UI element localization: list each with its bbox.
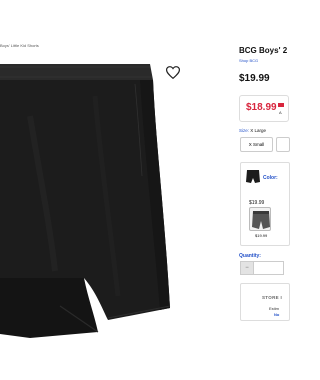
store-pickup-box <box>240 283 290 321</box>
color-swatch-black[interactable] <box>244 168 262 186</box>
color-label: Color: <box>263 175 278 181</box>
store-pickup-title: STORE I <box>262 295 283 300</box>
size-option-x-small[interactable]: X Small <box>240 137 273 152</box>
breadcrumb[interactable]: Boys' Little Kid Shorts <box>0 43 39 48</box>
size-option-next[interactable] <box>276 137 290 152</box>
size-label-key: Size: <box>239 128 250 133</box>
wishlist-button[interactable] <box>163 62 183 82</box>
shorts-illustration <box>0 64 171 338</box>
quantity-input[interactable] <box>254 261 284 275</box>
sale-price-box: $18.99 A <box>239 95 289 122</box>
store-pickup-estimate: Estim <box>269 306 279 311</box>
sale-price: $18.99 <box>246 102 277 113</box>
heart-icon <box>166 65 180 79</box>
quantity-decrease-button[interactable]: − <box>240 261 254 275</box>
size-selected-value: X Large <box>250 128 267 133</box>
color-swatch-grey[interactable] <box>249 207 271 231</box>
quantity-label: Quantity: <box>239 253 261 259</box>
size-label: Size: X Large <box>239 128 266 133</box>
product-title: BCG Boys' 2 <box>239 46 288 55</box>
swatch-shorts-thumb <box>252 211 270 229</box>
sale-note: A <box>279 110 282 115</box>
swatch-price: $19.99 <box>255 233 268 238</box>
shop-brand-link[interactable]: Shop BCG <box>239 58 258 63</box>
sale-badge <box>278 103 284 107</box>
product-image <box>0 56 205 348</box>
regular-price: $19.99 <box>239 73 270 84</box>
swatch-price: $19.99 <box>249 200 265 206</box>
store-pickup-link[interactable]: No <box>274 312 279 317</box>
